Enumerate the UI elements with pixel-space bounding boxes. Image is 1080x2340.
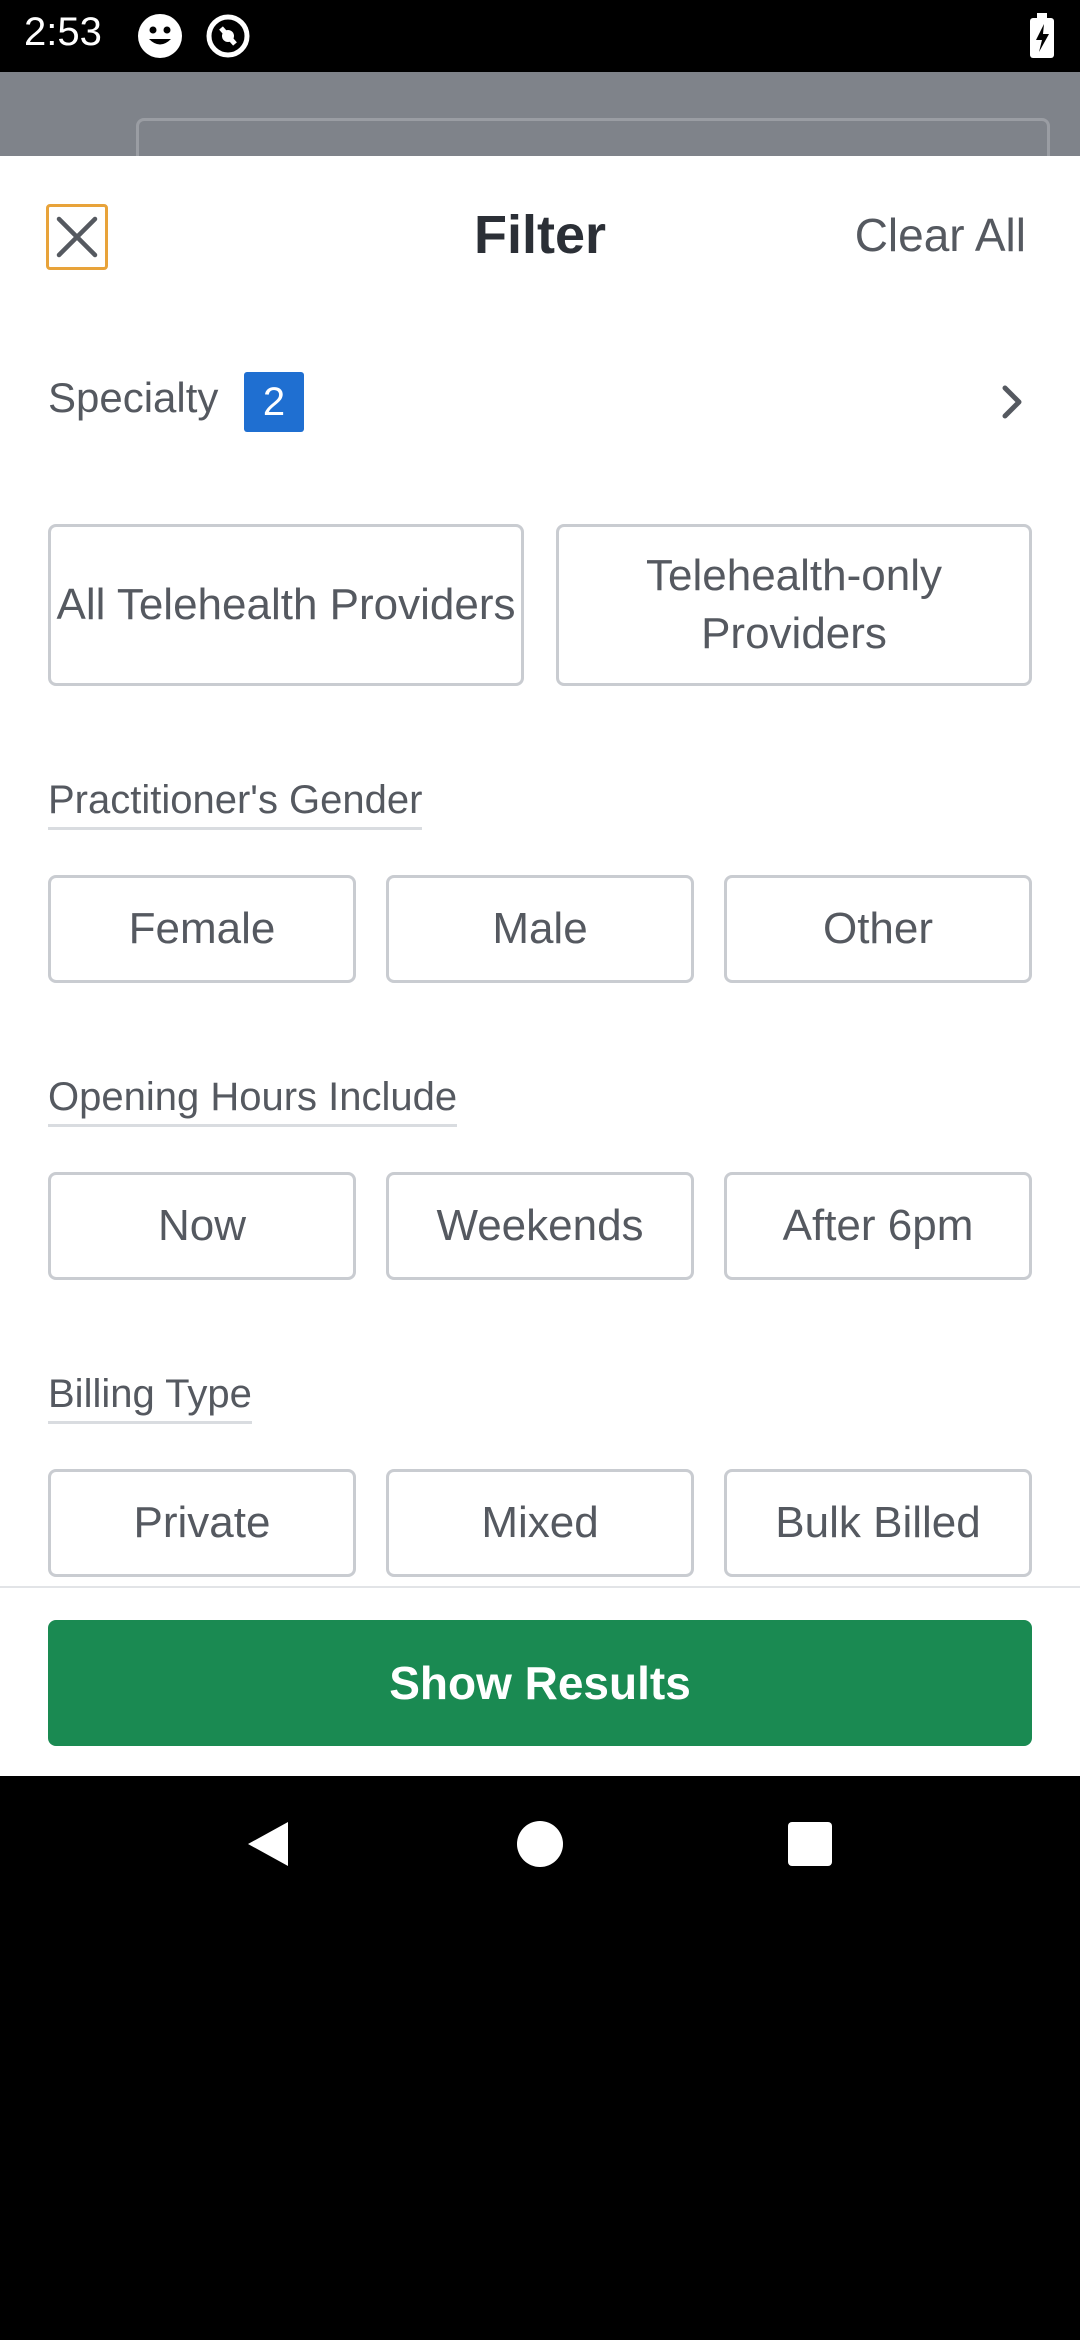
billing-type-section-label: Billing Type — [48, 1372, 252, 1424]
show-results-button[interactable]: Show Results — [48, 1620, 1032, 1746]
gender-male-button[interactable]: Male — [386, 875, 694, 983]
sync-notification-icon — [204, 12, 252, 60]
chevron-right-icon — [992, 382, 1032, 422]
specialty-count-badge: 2 — [244, 372, 304, 432]
all-telehealth-providers-button[interactable]: All Telehealth Providers — [48, 524, 524, 686]
gender-other-button[interactable]: Other — [724, 875, 1032, 983]
billing-mixed-button[interactable]: Mixed — [386, 1469, 694, 1577]
back-icon[interactable] — [242, 1818, 294, 1870]
battery-charging-icon — [1024, 12, 1072, 60]
footer-divider — [0, 1586, 1080, 1588]
system-navigation-bar — [0, 1776, 1080, 1916]
gender-section-label: Practitioner's Gender — [48, 778, 423, 830]
home-icon[interactable] — [514, 1818, 566, 1870]
specialty-label: Specialty — [48, 374, 219, 421]
billing-private-button[interactable]: Private — [48, 1469, 356, 1577]
hours-now-button[interactable]: Now — [48, 1172, 356, 1280]
hours-weekends-button[interactable]: Weekends — [386, 1172, 694, 1280]
status-bar: 2:53 — [0, 0, 1080, 72]
status-time: 2:53 — [24, 10, 102, 54]
smiley-notification-icon — [136, 12, 184, 60]
hours-after-6pm-button[interactable]: After 6pm — [724, 1172, 1032, 1280]
recents-icon[interactable] — [784, 1818, 836, 1870]
dimmed-background — [0, 72, 1080, 178]
telehealth-only-providers-button[interactable]: Telehealth-only Providers — [556, 524, 1032, 686]
opening-hours-section-label: Opening Hours Include — [48, 1075, 458, 1127]
filter-sheet: Filter Clear All Specialty 2 All Telehea… — [0, 156, 1080, 1776]
clear-all-button[interactable]: Clear All — [855, 208, 1026, 262]
billing-bulk-billed-button[interactable]: Bulk Billed — [724, 1469, 1032, 1577]
gender-female-button[interactable]: Female — [48, 875, 356, 983]
specialty-row[interactable]: Specialty 2 — [48, 362, 1032, 442]
